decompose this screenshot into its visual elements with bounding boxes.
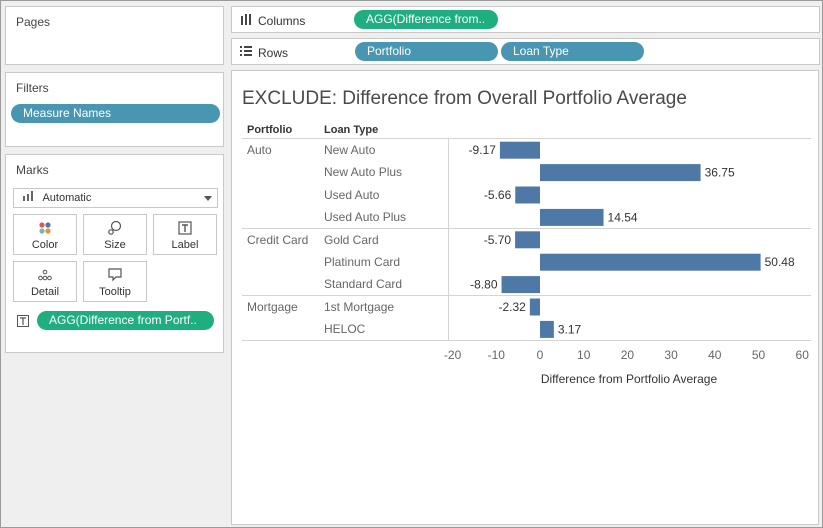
marks-color-button[interactable]: Color bbox=[13, 214, 77, 255]
filters-card: Filters Measure Names bbox=[5, 72, 224, 147]
x-tick-label: 40 bbox=[708, 348, 722, 362]
x-axis-title: Difference from Portfolio Average bbox=[541, 372, 718, 386]
bar bbox=[540, 164, 701, 182]
bar bbox=[499, 141, 540, 159]
size-icon bbox=[84, 220, 146, 238]
marks-label-button[interactable]: Label bbox=[153, 214, 217, 255]
x-tick-label: 10 bbox=[577, 348, 591, 362]
data-label: -5.70 bbox=[484, 233, 512, 247]
rows-label: Rows bbox=[258, 45, 289, 60]
columns-pill[interactable]: AGG(Difference from.. bbox=[354, 10, 498, 29]
columns-shelf-label: Columns bbox=[240, 13, 305, 28]
rows-shelf: Rows Portfolio Loan Type bbox=[231, 38, 820, 65]
x-tick-label: 50 bbox=[752, 348, 766, 362]
marks-label-label: Label bbox=[171, 239, 199, 251]
bar-chart-icon bbox=[22, 189, 36, 207]
marks-tooltip-button[interactable]: Tooltip bbox=[83, 261, 147, 302]
marks-size-button[interactable]: Size bbox=[83, 214, 147, 255]
data-label: -5.66 bbox=[484, 188, 512, 202]
marks-label-pill[interactable]: AGG(Difference from Portf.. bbox=[37, 311, 214, 330]
tableau-worksheet: Pages Filters Measure Names Marks Automa… bbox=[0, 0, 823, 528]
data-label: -8.80 bbox=[470, 278, 498, 292]
chevron-down-icon bbox=[204, 196, 212, 201]
bar bbox=[515, 231, 540, 249]
tooltip-icon bbox=[84, 267, 146, 285]
filters-title: Filters bbox=[16, 81, 49, 95]
marks-detail-label: Detail bbox=[30, 286, 60, 298]
pages-title: Pages bbox=[16, 15, 51, 29]
rows-pill-loan-type[interactable]: Loan Type bbox=[501, 42, 644, 61]
viz-pane: EXCLUDE: Difference from Overall Portfol… bbox=[231, 70, 819, 525]
bar bbox=[501, 276, 540, 294]
marks-title: Marks bbox=[16, 163, 49, 177]
rows-pill-portfolio[interactable]: Portfolio bbox=[355, 42, 498, 61]
text-label-icon bbox=[154, 220, 216, 238]
x-tick-label: 20 bbox=[621, 348, 635, 362]
bar bbox=[540, 208, 604, 226]
x-tick-label: 0 bbox=[537, 348, 544, 362]
filter-pill-measure-names[interactable]: Measure Names bbox=[11, 104, 220, 123]
data-label: 3.17 bbox=[558, 322, 582, 336]
columns-label: Columns bbox=[258, 13, 306, 28]
x-tick-label: 30 bbox=[664, 348, 678, 362]
columns-shelf: Columns AGG(Difference from.. bbox=[231, 6, 820, 33]
columns-icon bbox=[240, 13, 252, 28]
bar bbox=[529, 298, 540, 316]
data-label: 36.75 bbox=[705, 166, 735, 180]
data-label: -2.32 bbox=[499, 300, 527, 314]
mark-type-value: Automatic bbox=[42, 192, 92, 204]
bar bbox=[515, 186, 540, 204]
marks-detail-button[interactable]: Detail bbox=[13, 261, 77, 302]
rows-icon bbox=[240, 45, 252, 60]
pages-card: Pages bbox=[5, 6, 224, 65]
rows-shelf-label: Rows bbox=[240, 45, 288, 60]
bar bbox=[540, 320, 554, 338]
marks-size-label: Size bbox=[104, 239, 126, 251]
x-tick-label: 60 bbox=[796, 348, 810, 362]
text-label-icon bbox=[17, 315, 29, 330]
detail-dots-icon bbox=[14, 267, 76, 285]
x-tick-label: -20 bbox=[444, 348, 462, 362]
data-label: 14.54 bbox=[608, 210, 638, 224]
x-tick-label: -10 bbox=[488, 348, 506, 362]
mark-type-dropdown[interactable]: Automatic bbox=[13, 188, 218, 208]
data-label: -9.17 bbox=[469, 143, 497, 157]
bar bbox=[540, 253, 761, 271]
bar-chart: -9.17 36.75 -5.66 14.54 -5.70 50.48 -8.80-2.32… bbox=[444, 141, 810, 386]
marks-tooltip-label: Tooltip bbox=[99, 286, 131, 298]
data-label: 50.48 bbox=[765, 255, 795, 269]
marks-color-label: Color bbox=[31, 239, 59, 251]
color-dots-icon bbox=[14, 220, 76, 238]
